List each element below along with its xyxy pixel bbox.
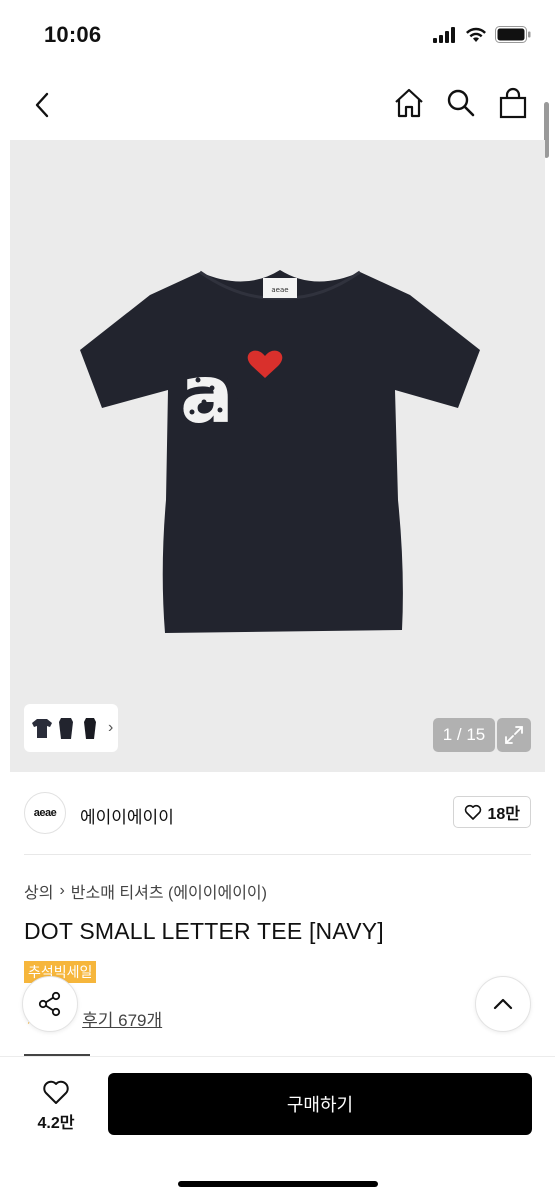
review-link[interactable]: 후기 679개 <box>82 1006 162 1031</box>
search-button[interactable] <box>445 85 477 121</box>
share-icon <box>38 991 61 1017</box>
shopping-bag-icon <box>499 87 527 119</box>
thumbnail-2[interactable] <box>56 715 76 741</box>
search-icon <box>447 89 475 117</box>
nav-actions <box>393 85 529 121</box>
breadcrumb: 상의 › 반소매 티셔츠 (에이이에이이) <box>24 879 267 903</box>
share-button[interactable] <box>22 976 78 1032</box>
home-icon <box>395 88 423 118</box>
status-time: 10:06 <box>44 22 102 47</box>
breadcrumb-subcategory[interactable]: 반소매 티셔츠 (에이이에이이) <box>71 879 267 903</box>
product-image-gallery[interactable]: aeae a › 1 / 15 <box>10 140 545 772</box>
chevron-up-icon <box>493 998 513 1010</box>
brand-name[interactable]: 에이이에이이 <box>80 803 174 828</box>
back-button[interactable] <box>26 87 58 123</box>
battery-icon <box>495 26 531 48</box>
heart-icon <box>43 1080 69 1104</box>
chevron-right-icon[interactable]: › <box>108 719 113 737</box>
cart-button[interactable] <box>497 85 529 121</box>
heart-icon <box>465 804 482 820</box>
thumbnail-3[interactable] <box>80 715 100 741</box>
chevron-left-icon <box>35 92 49 118</box>
status-bar: 10:06 <box>0 0 555 70</box>
home-button[interactable] <box>393 85 425 121</box>
thumbnail-1[interactable] <box>32 715 52 741</box>
bottom-purchase-bar: 4.2만 구매하기 <box>0 1056 555 1200</box>
svg-text:a: a <box>180 348 234 441</box>
buy-button[interactable]: 구매하기 <box>108 1073 532 1135</box>
brand-like-count: 18만 <box>487 806 520 823</box>
expand-icon <box>505 726 523 744</box>
nav-bar <box>0 75 555 135</box>
thumbnail-strip[interactable]: › <box>24 704 118 752</box>
wifi-icon <box>465 27 487 48</box>
brand-row[interactable]: aeae 에이이에이이 18만 <box>24 790 531 838</box>
wishlist-button[interactable]: 4.2만 <box>20 1075 92 1137</box>
wishlist-count: 4.2만 <box>37 1115 75 1132</box>
product-image: aeae a <box>80 270 480 633</box>
scroll-top-button[interactable] <box>475 976 531 1032</box>
divider <box>24 854 531 855</box>
expand-image-button[interactable] <box>497 718 531 752</box>
product-title: DOT SMALL LETTER TEE [NAVY] <box>24 918 384 944</box>
breadcrumb-category[interactable]: 상의 <box>24 879 53 903</box>
home-indicator[interactable] <box>178 1181 378 1187</box>
breadcrumb-separator-icon: › <box>59 882 65 899</box>
cellular-signal-icon <box>433 26 457 48</box>
status-icons <box>433 26 531 48</box>
svg-text:aeae: aeae <box>271 286 288 294</box>
brand-like-button[interactable]: 18만 <box>453 796 531 828</box>
brand-logo[interactable]: aeae <box>24 792 66 834</box>
image-page-counter: 1 / 15 <box>433 718 495 752</box>
